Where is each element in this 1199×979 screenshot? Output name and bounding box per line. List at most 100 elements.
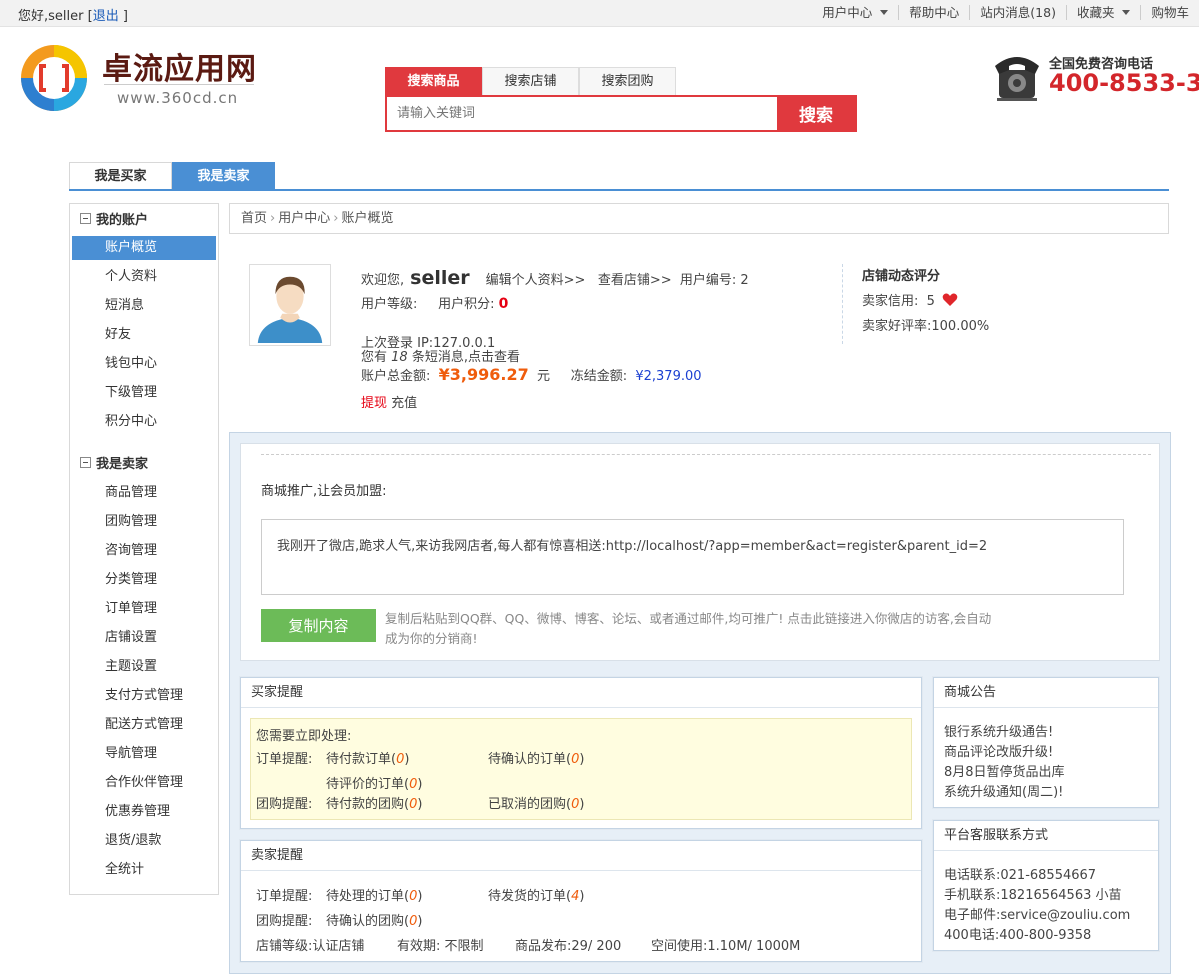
seller-reminder-title: 卖家提醒 [241,841,921,871]
sidebar-item-points[interactable]: 积分中心 [72,410,216,434]
promotion-title: 商城推广,让会员加盟: [261,484,387,499]
unpaid-groupbuy-link[interactable]: 待付款的团购(0) [326,793,422,812]
role-tabs: 我是买家 我是卖家 [69,162,275,190]
brand-logo-icon[interactable] [18,42,90,114]
to-ship-orders-link[interactable]: 待发货的订单(4) [488,885,584,904]
unpaid-orders-link[interactable]: 待付款订单(0) [326,748,409,767]
sidebar-item-statistics[interactable]: 全统计 [72,858,216,882]
unreviewed-orders-link[interactable]: 待评价的订单(0) [326,773,422,792]
sidebar-item-orders[interactable]: 订单管理 [72,597,216,621]
seller-order-label: 订单提醒: [256,889,313,904]
account-actions: 提现 充值 [361,392,417,411]
mall-notice-title: 商城公告 [934,678,1158,708]
telephone-icon [995,57,1039,101]
contact-mobile: 手机联系:18216564563 小苗 [944,888,1122,903]
unconfirmed-orders-link[interactable]: 待确认的订单(0) [488,748,584,767]
promotion-textarea[interactable]: 我刚开了微店,跪求人气,来访我网店者,每人都有惊喜相送:http://local… [261,519,1124,595]
sidebar-item-messages[interactable]: 短消息 [72,294,216,318]
buyer-reminder-title: 买家提醒 [241,678,921,708]
sidebar-group-seller[interactable]: 我是卖家 [80,453,148,472]
logout-link[interactable]: 退出 [93,9,119,24]
sidebar-item-navigation[interactable]: 导航管理 [72,742,216,766]
heart-icon [942,293,958,306]
sidebar-item-theme[interactable]: 主题设置 [72,655,216,679]
sidebar-item-consult[interactable]: 咨询管理 [72,539,216,563]
divider [261,454,1151,455]
sidebar-item-account-overview[interactable]: 账户概览 [72,236,216,260]
tab-buyer[interactable]: 我是买家 [69,162,172,190]
shop-rating-title: 店铺动态评分 [862,269,941,284]
collapse-icon[interactable] [80,213,91,224]
sidebar-item-shop-settings[interactable]: 店铺设置 [72,626,216,650]
site-messages-link[interactable]: 站内消息(18) [969,5,1066,20]
message-notice[interactable]: 您有 18 条短消息,点击查看 [361,346,520,365]
divider [104,84,254,85]
help-center-link[interactable]: 帮助中心 [898,5,969,20]
order-reminder-label: 订单提醒: [256,752,313,767]
sidebar-item-friends[interactable]: 好友 [72,323,216,347]
copy-content-button[interactable]: 复制内容 [261,609,376,642]
chevron-down-icon [880,10,889,15]
search-tabs: 搜索商品 搜索店铺 搜索团购 [385,67,676,96]
seller-credit: 卖家信用: 5 [862,290,989,309]
sidebar-item-wallet[interactable]: 钱包中心 [72,352,216,376]
sidebar-item-profile[interactable]: 个人资料 [72,265,216,289]
user-center-menu[interactable]: 用户中心 [812,5,898,20]
search-button[interactable]: 搜索 [777,97,855,130]
recharge-link[interactable]: 充值 [391,396,417,411]
cart-link[interactable]: 购物车 [1140,5,1199,20]
promotion-box: 商城推广,让会员加盟: 我刚开了微店,跪求人气,来访我网店者,每人都有惊喜相送:… [240,443,1160,661]
brand-name[interactable]: 卓流应用网 [102,44,257,88]
collapse-icon[interactable] [80,457,91,468]
sidebar-item-coupons[interactable]: 优惠券管理 [72,800,216,824]
groupbuy-reminder-label: 团购提醒: [256,797,313,812]
buyer-intro: 您需要立即处理: [256,729,352,744]
tab-search-shops[interactable]: 搜索店铺 [482,67,579,96]
breadcrumb-home[interactable]: 首页 [241,211,267,226]
greeting: 您好,seller [退出 ] [18,9,128,24]
cancelled-groupbuy-link[interactable]: 已取消的团购(0) [488,793,584,812]
sidebar-group-account[interactable]: 我的账户 [80,209,148,228]
seller-groupbuy-label: 团购提醒: [256,914,313,929]
sidebar-item-partners[interactable]: 合作伙伴管理 [72,771,216,795]
tab-search-groupbuy[interactable]: 搜索团购 [579,67,676,96]
buyer-reminder-box: 买家提醒 您需要立即处理: 订单提醒: 待付款订单(0) 待确认的订单(0) 待… [240,677,922,829]
sidebar-item-shipping[interactable]: 配送方式管理 [72,713,216,737]
tab-seller[interactable]: 我是卖家 [172,162,275,190]
buyer-reminder-content: 您需要立即处理: 订单提醒: 待付款订单(0) 待确认的订单(0) 待评价的订单… [250,718,912,820]
view-shop-link[interactable]: 查看店铺>> [598,273,672,288]
tab-search-goods[interactable]: 搜索商品 [385,67,482,96]
search-input[interactable] [387,97,777,130]
seller-reminder-box: 卖家提醒 订单提醒: 待处理的订单(0) 待发货的订单(4) 团购提醒: 待确认… [240,840,922,962]
mall-notice-box: 商城公告 银行系统升级通告! 商品评论改版升级! 8月8日暂停货品出库 系统升级… [933,677,1159,808]
sidebar-item-goods[interactable]: 商品管理 [72,481,216,505]
praise-rate: 卖家好评率:100.00% [862,319,990,334]
edit-profile-link[interactable]: 编辑个人资料>> [486,273,586,288]
breadcrumb-user-center[interactable]: 用户中心 [278,211,330,226]
sidebar-item-category[interactable]: 分类管理 [72,568,216,592]
sidebar-item-refunds[interactable]: 退货/退款 [72,829,216,853]
notice-item[interactable]: 8月8日暂停货品出库 [944,761,1065,780]
hotline-number: 400-8533-35 [1049,69,1199,97]
shop-validity: 有效期: 不限制 [397,939,484,954]
brand-domain: www.360cd.cn [117,89,239,107]
sidebar-item-groupbuy[interactable]: 团购管理 [72,510,216,534]
customer-service-title: 平台客服联系方式 [934,821,1158,851]
account-balance: 账户总金额: ¥3,996.27 元 冻结金额: ¥2,379.00 [361,365,702,384]
frozen-amount: ¥2,379.00 [635,369,702,384]
contact-hotline: 400电话:400-800-9358 [944,928,1092,943]
chevron-down-icon [1122,10,1131,15]
unconfirmed-groupbuy-link[interactable]: 待确认的团购(0) [326,910,422,929]
sidebar-item-subordinates[interactable]: 下级管理 [72,381,216,405]
shop-rating: 店铺动态评分 卖家信用: 5 卖家好评率:100.00% [842,264,989,344]
copy-hint: 复制后粘贴到QQ群、QQ、微博、博客、论坛、或者通过邮件,均可推广! 点击此链接… [385,611,992,646]
top-bar: 您好,seller [退出 ] 用户中心 帮助中心 站内消息(18) 收藏夹 购… [0,0,1199,27]
notice-item[interactable]: 商品评论改版升级! [944,741,1053,760]
notice-item[interactable]: 银行系统升级通告! [944,721,1053,740]
total-amount: ¥3,996.27 [438,365,529,384]
notice-item[interactable]: 系统升级通知(周二)! [944,781,1063,800]
withdraw-link[interactable]: 提现 [361,396,387,411]
sidebar-item-payment[interactable]: 支付方式管理 [72,684,216,708]
pending-orders-link[interactable]: 待处理的订单(0) [326,885,422,904]
favorites-menu[interactable]: 收藏夹 [1065,5,1141,20]
